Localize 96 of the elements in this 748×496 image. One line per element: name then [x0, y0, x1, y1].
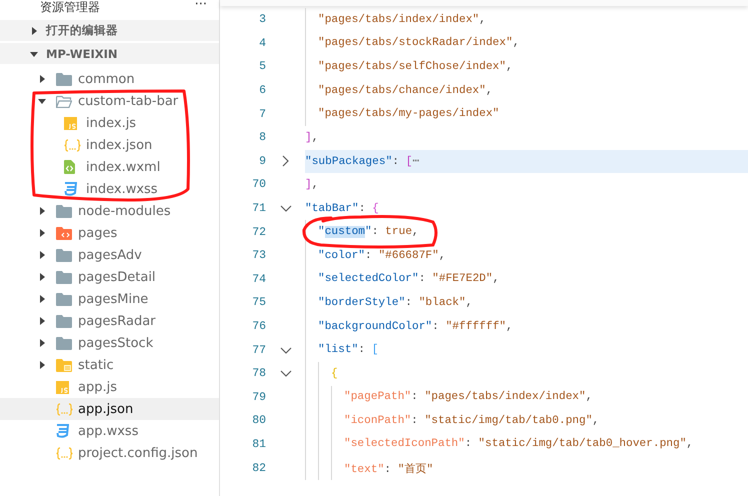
code-text: "color": "#66687F",: [318, 250, 446, 262]
line-number: 71: [251, 202, 266, 216]
tree-item[interactable]: pagesMine: [0, 288, 219, 310]
line-number: 78: [251, 367, 266, 380]
image-folder-icon: [56, 358, 72, 372]
line-number: 72: [251, 226, 266, 239]
tree-item[interactable]: index.wxss: [0, 178, 219, 200]
code-text: "list": [: [318, 344, 378, 356]
open-folder-icon: [56, 94, 72, 108]
line-number: 80: [251, 414, 266, 428]
caret-right-icon[interactable]: [38, 361, 46, 369]
json-file-icon: [56, 402, 73, 416]
caret-down-icon[interactable]: [38, 97, 46, 105]
code-text: "text": "首页": [344, 462, 434, 476]
code-text: "custom": true,: [318, 226, 419, 238]
caret-right-icon[interactable]: [38, 339, 46, 347]
line-number: 70: [251, 178, 266, 192]
chevron-right-icon[interactable]: [282, 155, 289, 168]
tree-item[interactable]: index.js: [0, 112, 219, 134]
code-text: "subPackages": [⋯: [305, 154, 420, 168]
line-number: 7: [258, 108, 266, 121]
caret-right-icon[interactable]: [38, 207, 46, 215]
tree-item[interactable]: pagesDetail: [0, 266, 219, 288]
tree-item[interactable]: pagesAdv: [0, 244, 219, 266]
tree-item[interactable]: app.json: [0, 398, 219, 420]
line-number: 76: [251, 320, 266, 334]
line-number: 74: [251, 272, 266, 286]
code-folder-icon: [56, 226, 72, 240]
folder-icon: [56, 292, 72, 306]
code-text: "pages/tabs/my-pages/index": [318, 108, 500, 120]
code-text: "pages/tabs/stockRadar/index",: [318, 37, 520, 50]
folder-icon: [56, 72, 72, 86]
caret-right-icon[interactable]: [38, 317, 46, 325]
line-number: 82: [251, 462, 266, 475]
json-file-icon: [64, 138, 81, 152]
line-number: 77: [251, 344, 266, 357]
line-number: 6: [258, 84, 266, 98]
tree-item[interactable]: app.wxss: [0, 420, 219, 442]
caret-right-icon[interactable]: [38, 251, 46, 259]
folder-icon: [56, 248, 72, 262]
js-file-icon: [64, 116, 77, 130]
line-number: 81: [251, 438, 266, 451]
line-number: 4: [258, 36, 266, 50]
sidebar-title: 资源管理器: [40, 0, 100, 14]
code-text: "pages/tabs/selfChose/index",: [318, 60, 513, 73]
tree-item[interactable]: pagesRadar: [0, 310, 219, 332]
code-text: "backgroundColor": "#ffffff",: [318, 320, 513, 333]
caret-right-icon[interactable]: [38, 273, 46, 281]
line-number: 73: [251, 249, 266, 262]
caret-right-icon[interactable]: [38, 229, 46, 237]
chevron-down-icon[interactable]: [280, 205, 292, 212]
code-text: "pages/tabs/index/index",: [318, 14, 486, 26]
folder-icon: [56, 314, 72, 328]
tree-item[interactable]: index.json: [0, 134, 219, 156]
css-file-icon: [56, 424, 69, 438]
folder-icon: [56, 204, 72, 218]
code-text: ],: [305, 132, 318, 144]
json-file-icon: [56, 446, 73, 460]
code-text: "tabBar": {: [305, 202, 379, 215]
tree-item[interactable]: index.wxml: [0, 156, 219, 178]
caret-right-icon[interactable]: [30, 26, 38, 34]
chevron-down-icon[interactable]: [280, 346, 292, 354]
code-text: "borderStyle": "black",: [318, 296, 472, 309]
code-file-icon: [64, 160, 75, 174]
line-number: 8: [258, 131, 266, 144]
code-text: "selectedIconPath": "static/img/tab/tab0_hover.png",: [344, 438, 694, 450]
section-header[interactable]: MP-WEIXIN: [0, 43, 219, 64]
section-header[interactable]: 打开的编辑器: [0, 20, 219, 41]
code-text: ],: [305, 178, 318, 191]
tree-item[interactable]: app.js: [0, 376, 219, 398]
folder-icon: [56, 336, 72, 350]
folder-icon: [56, 270, 72, 284]
line-number: 3: [258, 13, 266, 26]
code-text: "pages/tabs/chance/index",: [318, 84, 493, 97]
code-text: "pagePath": "pages/tabs/index/index",: [344, 391, 592, 404]
code-text: "selectedColor": "#FE7E2D",: [318, 273, 500, 286]
tree-item[interactable]: static: [0, 354, 219, 376]
more-button[interactable]: ···: [194, 0, 207, 10]
tree-item[interactable]: common: [0, 68, 219, 90]
tree-item[interactable]: project.config.json: [0, 442, 219, 464]
caret-right-icon[interactable]: [38, 75, 46, 83]
line-number: 75: [251, 296, 266, 310]
tree-item[interactable]: node-modules: [0, 200, 219, 222]
tree-item[interactable]: pagesStock: [0, 332, 219, 354]
line-number: 79: [251, 390, 266, 404]
tree-item[interactable]: pages: [0, 222, 219, 244]
chevron-down-icon[interactable]: [280, 370, 292, 378]
line-number: 5: [258, 60, 266, 74]
tree-item[interactable]: custom-tab-bar: [0, 90, 219, 112]
code-text: "iconPath": "static/img/tab/tab0.png",: [344, 414, 600, 427]
line-number: 9: [258, 154, 266, 168]
code-text: {: [331, 368, 338, 380]
caret-right-icon[interactable]: [38, 295, 46, 303]
css-file-icon: [64, 182, 77, 196]
js-file-icon: [56, 380, 69, 394]
caret-down-icon[interactable]: [30, 50, 38, 58]
